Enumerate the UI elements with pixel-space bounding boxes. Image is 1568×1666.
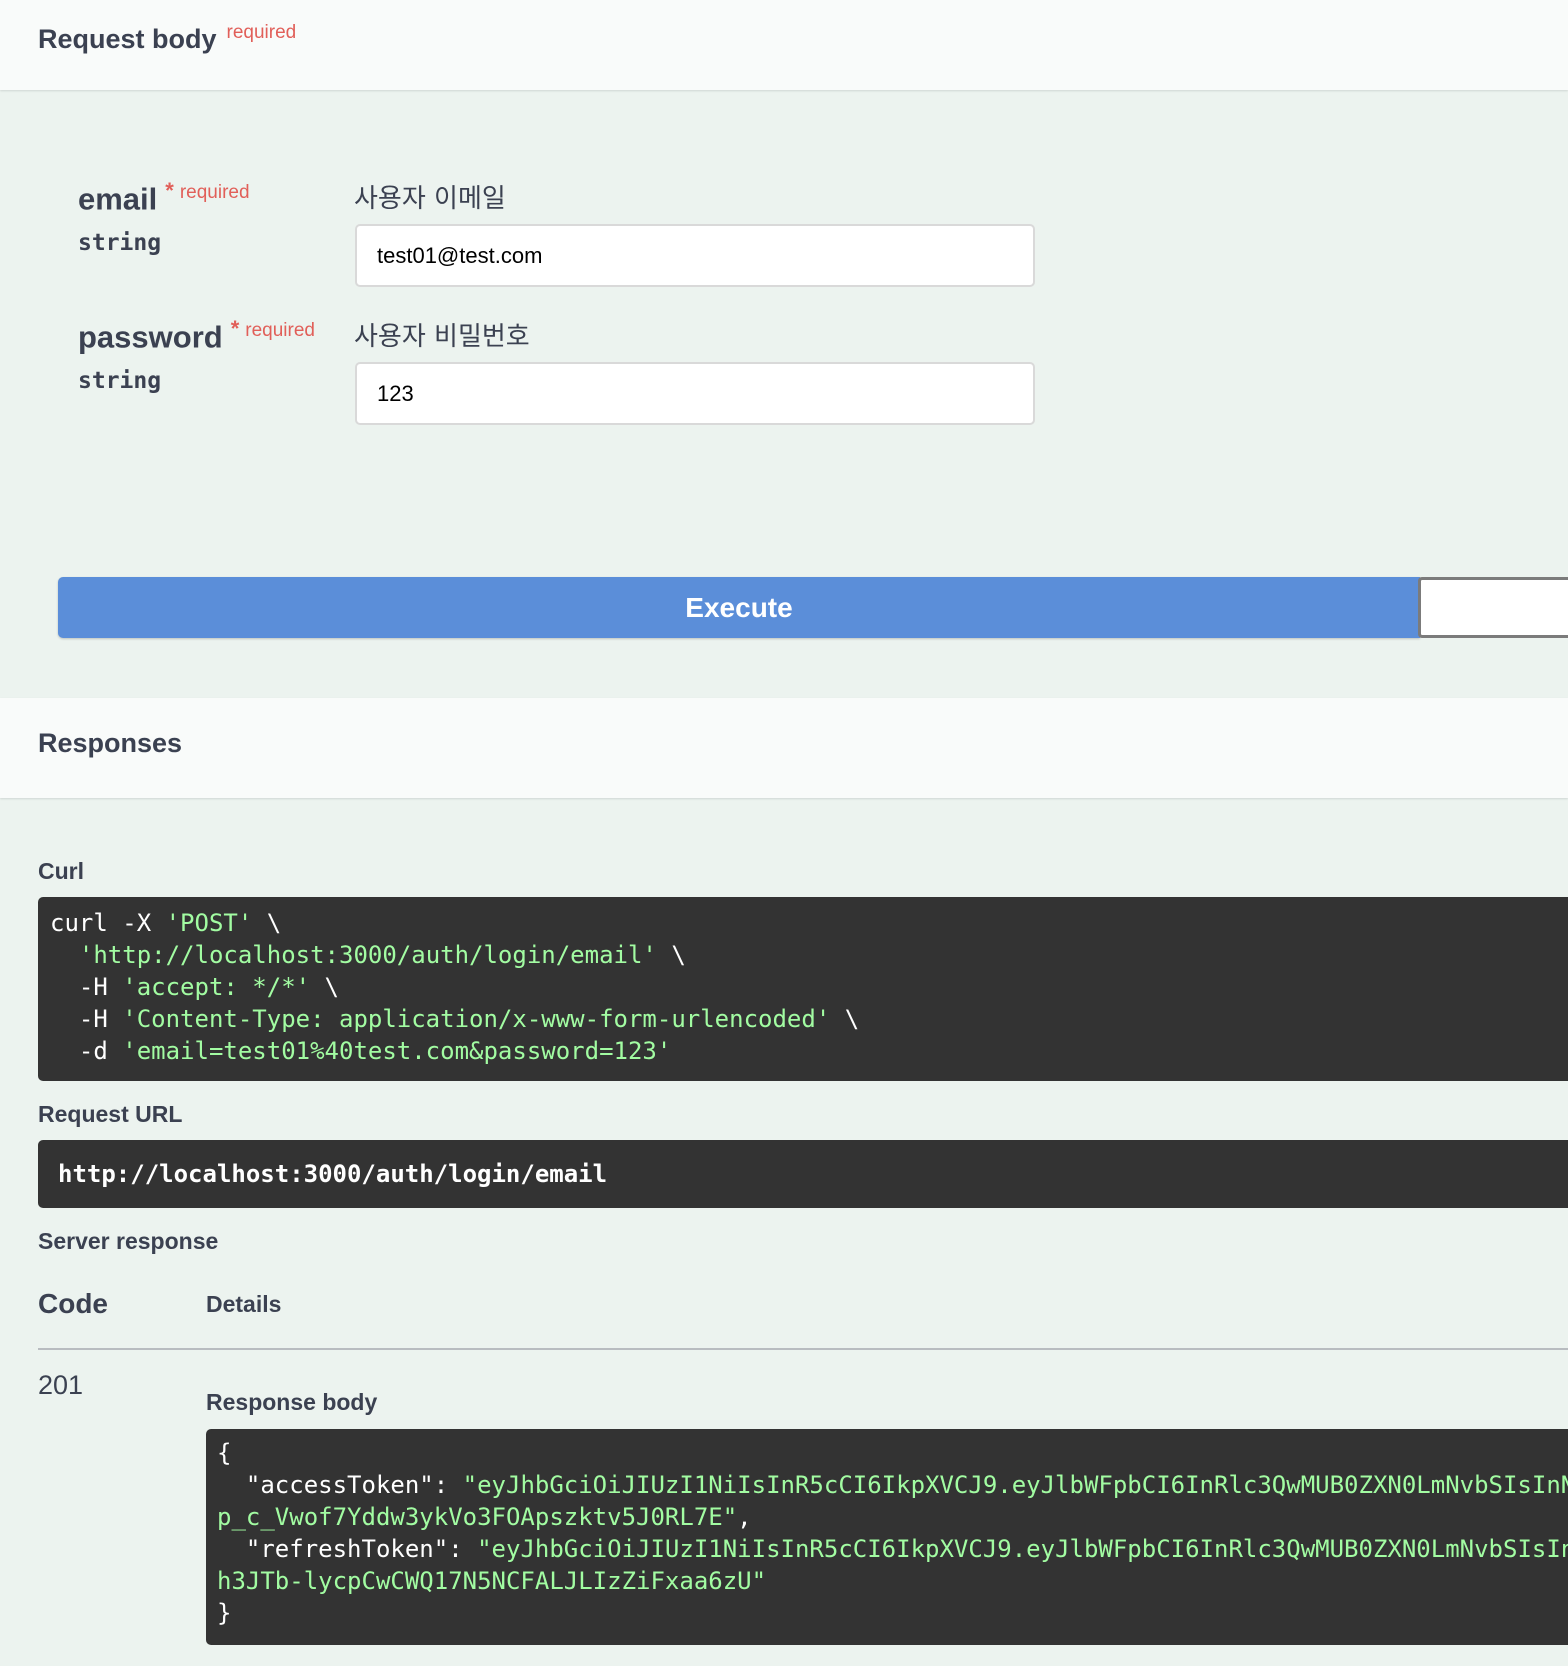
request-url-label: Request URL: [38, 1101, 183, 1127]
server-response-label: Server response: [38, 1228, 219, 1254]
response-line: h3JTb-lycpCwCWQ17N5NCFALJLIzZiFxaa6zU": [217, 1567, 766, 1595]
param-password-name: password * required: [78, 316, 315, 355]
param-password-type: string: [78, 368, 162, 394]
code-string: "eyJhbGciOiJIUzI1NiIsInR5cCI6IkpXVCJ9.ey…: [462, 1471, 1568, 1499]
response-body-block[interactable]: { "accessToken": "eyJhbGciOiJIUzI1NiIsIn…: [206, 1429, 1568, 1645]
code-text: \: [310, 973, 339, 1001]
curl-line: curl -X 'POST' \: [50, 909, 281, 937]
param-name-text: password: [78, 319, 223, 355]
code-text: "accessToken":: [217, 1471, 463, 1499]
code-string: 'http://localhost:3000/auth/login/email': [78, 941, 657, 969]
response-line: "accessToken": "eyJhbGciOiJIUzI1NiIsInR5…: [217, 1471, 1568, 1499]
execute-button[interactable]: Execute: [58, 577, 1420, 638]
code-string: p_c_Vwof7Yddw3ykVo3FOApszktv5J0RL7E": [217, 1503, 738, 1531]
code-text: }: [217, 1599, 232, 1627]
param-password-description: 사용자 비밀번호: [354, 322, 530, 352]
code-text: -H: [50, 1005, 123, 1033]
code-string: "eyJhbGciOiJIUzI1NiIsInR5cCI6IkpXVCJ9.ey…: [477, 1535, 1568, 1563]
code-text: {: [217, 1439, 232, 1467]
curl-line: -d 'email=test01%40test.com&password=123…: [50, 1037, 671, 1065]
curl-line: 'http://localhost:3000/auth/login/email'…: [50, 941, 686, 969]
required-star: *: [230, 316, 240, 341]
column-header-code: Code: [38, 1288, 108, 1319]
curl-line: -H 'Content-Type: application/x-www-form…: [50, 1005, 859, 1033]
column-header-details: Details: [206, 1291, 282, 1317]
status-code: 201: [38, 1370, 84, 1400]
param-email-name: email * required: [78, 178, 250, 217]
required-label: required: [179, 182, 250, 203]
response-line: p_c_Vwof7Yddw3ykVo3FOApszktv5J0RL7E",: [217, 1503, 752, 1531]
email-field[interactable]: [355, 224, 1035, 287]
response-line: }: [217, 1599, 231, 1627]
code-string: 'accept: */*': [122, 973, 311, 1001]
code-text: curl -X: [50, 909, 166, 937]
request-body-title: Request body required: [38, 22, 296, 55]
request-url-text: http://localhost:3000/auth/login/email: [58, 1160, 608, 1188]
code-text: -H: [50, 973, 123, 1001]
param-email-description: 사용자 이메일: [354, 184, 506, 214]
curl-label: Curl: [38, 858, 84, 884]
curl-code-block[interactable]: curl -X 'POST' \ 'http://localhost:3000/…: [38, 897, 1568, 1081]
required-star: *: [165, 178, 174, 203]
code-string: 'POST': [165, 909, 253, 937]
request-body-title-text: Request body: [38, 24, 217, 54]
required-label: required: [245, 320, 315, 341]
responses-header: Responses: [0, 698, 1568, 798]
response-line: "refreshToken": "eyJhbGciOiJIUzI1NiIsInR…: [217, 1535, 1568, 1563]
code-text: ,: [737, 1503, 752, 1531]
required-badge: required: [226, 22, 297, 43]
code-text: \: [830, 1005, 860, 1033]
code-text: \: [252, 909, 282, 937]
code-text: "refreshToken":: [217, 1535, 478, 1563]
request-body-header: Request body required: [0, 0, 1568, 90]
table-divider: [38, 1348, 1568, 1350]
code-text: \: [656, 941, 686, 969]
clear-button[interactable]: [1418, 577, 1568, 638]
param-email-type: string: [78, 230, 162, 256]
responses-title: Responses: [38, 728, 183, 758]
code-string: 'Content-Type: application/x-www-form-ur…: [122, 1005, 831, 1033]
code-string: 'email=test01%40test.com&password=123': [122, 1037, 672, 1065]
response-body-label: Response body: [206, 1389, 378, 1415]
code-string: h3JTb-lycpCwCWQ17N5NCFALJLIzZiFxaa6zU": [217, 1567, 767, 1595]
param-name-text: email: [78, 181, 158, 217]
code-text: -d: [50, 1037, 123, 1065]
response-line: {: [217, 1439, 231, 1467]
request-url-block[interactable]: http://localhost:3000/auth/login/email: [38, 1140, 1568, 1208]
curl-line: -H 'accept: */*' \: [50, 973, 339, 1001]
password-field[interactable]: [355, 362, 1035, 425]
